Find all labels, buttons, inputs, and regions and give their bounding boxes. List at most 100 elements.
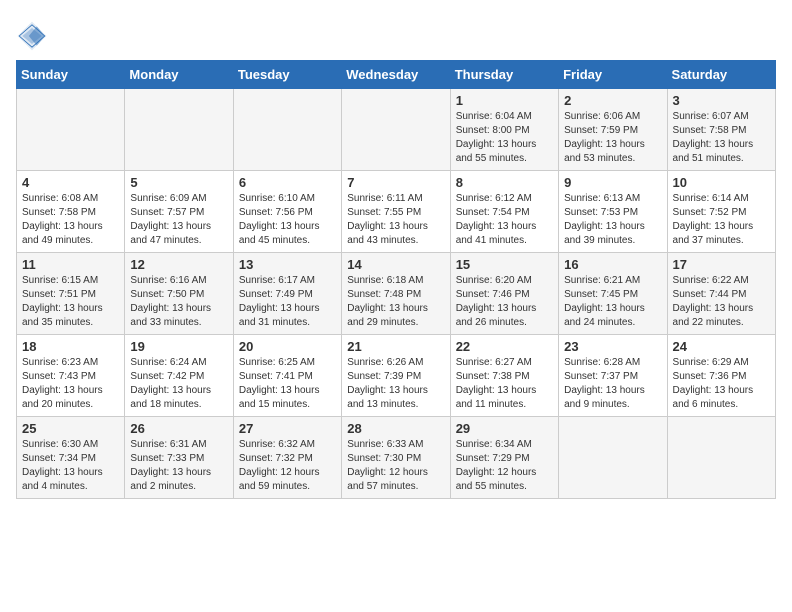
calendar-week-1: 1 Sunrise: 6:04 AM Sunset: 8:00 PM Daylig…	[17, 89, 776, 171]
day-info: Sunrise: 6:04 AM Sunset: 8:00 PM Dayligh…	[456, 110, 553, 166]
weekday-header-wednesday: Wednesday	[342, 61, 450, 89]
calendar-cell: 6 Sunrise: 6:10 AM Sunset: 7:56 PM Daylig…	[233, 171, 341, 253]
calendar-cell: 18 Sunrise: 6:23 AM Sunset: 7:43 PM Dayli…	[17, 335, 125, 417]
calendar-cell: 9 Sunrise: 6:13 AM Sunset: 7:53 PM Daylig…	[559, 171, 667, 253]
day-info: Sunrise: 6:11 AM Sunset: 7:55 PM Dayligh…	[347, 192, 444, 248]
calendar: SundayMondayTuesdayWednesdayThursdayFrid…	[16, 60, 776, 499]
day-number: 22	[456, 339, 553, 354]
calendar-cell: 2 Sunrise: 6:06 AM Sunset: 7:59 PM Daylig…	[559, 89, 667, 171]
day-info: Sunrise: 6:28 AM Sunset: 7:37 PM Dayligh…	[564, 356, 661, 412]
calendar-cell: 27 Sunrise: 6:32 AM Sunset: 7:32 PM Dayli…	[233, 417, 341, 499]
day-info: Sunrise: 6:06 AM Sunset: 7:59 PM Dayligh…	[564, 110, 661, 166]
day-number: 11	[22, 257, 119, 272]
day-number: 7	[347, 175, 444, 190]
day-number: 5	[130, 175, 227, 190]
calendar-cell	[233, 89, 341, 171]
day-number: 4	[22, 175, 119, 190]
weekday-header-row: SundayMondayTuesdayWednesdayThursdayFrid…	[17, 61, 776, 89]
calendar-body: 1 Sunrise: 6:04 AM Sunset: 8:00 PM Daylig…	[17, 89, 776, 499]
day-number: 27	[239, 421, 336, 436]
day-info: Sunrise: 6:24 AM Sunset: 7:42 PM Dayligh…	[130, 356, 227, 412]
day-number: 29	[456, 421, 553, 436]
calendar-cell: 13 Sunrise: 6:17 AM Sunset: 7:49 PM Dayli…	[233, 253, 341, 335]
calendar-cell: 1 Sunrise: 6:04 AM Sunset: 8:00 PM Daylig…	[450, 89, 558, 171]
day-info: Sunrise: 6:30 AM Sunset: 7:34 PM Dayligh…	[22, 438, 119, 494]
day-info: Sunrise: 6:31 AM Sunset: 7:33 PM Dayligh…	[130, 438, 227, 494]
day-number: 26	[130, 421, 227, 436]
calendar-cell: 12 Sunrise: 6:16 AM Sunset: 7:50 PM Dayli…	[125, 253, 233, 335]
calendar-cell: 26 Sunrise: 6:31 AM Sunset: 7:33 PM Dayli…	[125, 417, 233, 499]
day-info: Sunrise: 6:25 AM Sunset: 7:41 PM Dayligh…	[239, 356, 336, 412]
day-info: Sunrise: 6:13 AM Sunset: 7:53 PM Dayligh…	[564, 192, 661, 248]
calendar-cell: 19Sunrise: 6:24 AM Sunset: 7:42 PM Dayli…	[125, 335, 233, 417]
day-number: 24	[673, 339, 770, 354]
calendar-cell	[667, 417, 775, 499]
weekday-header-monday: Monday	[125, 61, 233, 89]
day-info: Sunrise: 6:21 AM Sunset: 7:45 PM Dayligh…	[564, 274, 661, 330]
calendar-cell: 14 Sunrise: 6:18 AM Sunset: 7:48 PM Dayli…	[342, 253, 450, 335]
day-info: Sunrise: 6:15 AM Sunset: 7:51 PM Dayligh…	[22, 274, 119, 330]
day-number: 6	[239, 175, 336, 190]
calendar-cell: 7 Sunrise: 6:11 AM Sunset: 7:55 PM Daylig…	[342, 171, 450, 253]
day-info: Sunrise: 6:16 AM Sunset: 7:50 PM Dayligh…	[130, 274, 227, 330]
calendar-cell: 20 Sunrise: 6:25 AM Sunset: 7:41 PM Dayli…	[233, 335, 341, 417]
day-number: 3	[673, 93, 770, 108]
day-info: Sunrise: 6:09 AM Sunset: 7:57 PM Dayligh…	[130, 192, 227, 248]
day-number: 18	[22, 339, 119, 354]
day-number: 1	[456, 93, 553, 108]
day-info: Sunrise: 6:26 AM Sunset: 7:39 PM Dayligh…	[347, 356, 444, 412]
day-info: Sunrise: 6:08 AM Sunset: 7:58 PM Dayligh…	[22, 192, 119, 248]
calendar-cell: 15Sunrise: 6:20 AM Sunset: 7:46 PM Dayli…	[450, 253, 558, 335]
calendar-cell: 28 Sunrise: 6:33 AM Sunset: 7:30 PM Dayli…	[342, 417, 450, 499]
day-info: Sunrise: 6:12 AM Sunset: 7:54 PM Dayligh…	[456, 192, 553, 248]
day-number: 14	[347, 257, 444, 272]
weekday-header-friday: Friday	[559, 61, 667, 89]
day-info: Sunrise: 6:14 AM Sunset: 7:52 PM Dayligh…	[673, 192, 770, 248]
calendar-cell: 16Sunrise: 6:21 AM Sunset: 7:45 PM Dayli…	[559, 253, 667, 335]
calendar-cell: 8 Sunrise: 6:12 AM Sunset: 7:54 PM Daylig…	[450, 171, 558, 253]
calendar-header: SundayMondayTuesdayWednesdayThursdayFrid…	[17, 61, 776, 89]
calendar-cell	[559, 417, 667, 499]
day-info: Sunrise: 6:34 AM Sunset: 7:29 PM Dayligh…	[456, 438, 553, 494]
day-number: 12	[130, 257, 227, 272]
day-number: 21	[347, 339, 444, 354]
day-info: Sunrise: 6:27 AM Sunset: 7:38 PM Dayligh…	[456, 356, 553, 412]
calendar-week-4: 18 Sunrise: 6:23 AM Sunset: 7:43 PM Dayli…	[17, 335, 776, 417]
day-info: Sunrise: 6:32 AM Sunset: 7:32 PM Dayligh…	[239, 438, 336, 494]
logo-icon	[16, 20, 48, 52]
day-info: Sunrise: 6:10 AM Sunset: 7:56 PM Dayligh…	[239, 192, 336, 248]
calendar-cell: 5 Sunrise: 6:09 AM Sunset: 7:57 PM Daylig…	[125, 171, 233, 253]
day-number: 15	[456, 257, 553, 272]
weekday-header-thursday: Thursday	[450, 61, 558, 89]
calendar-cell	[342, 89, 450, 171]
day-number: 13	[239, 257, 336, 272]
day-info: Sunrise: 6:29 AM Sunset: 7:36 PM Dayligh…	[673, 356, 770, 412]
calendar-cell	[17, 89, 125, 171]
calendar-week-2: 4 Sunrise: 6:08 AM Sunset: 7:58 PM Daylig…	[17, 171, 776, 253]
calendar-cell: 22 Sunrise: 6:27 AM Sunset: 7:38 PM Dayli…	[450, 335, 558, 417]
calendar-cell	[125, 89, 233, 171]
day-info: Sunrise: 6:33 AM Sunset: 7:30 PM Dayligh…	[347, 438, 444, 494]
day-number: 28	[347, 421, 444, 436]
day-number: 10	[673, 175, 770, 190]
day-number: 17	[673, 257, 770, 272]
header	[16, 16, 776, 52]
calendar-cell: 23 Sunrise: 6:28 AM Sunset: 7:37 PM Dayli…	[559, 335, 667, 417]
weekday-header-tuesday: Tuesday	[233, 61, 341, 89]
day-info: Sunrise: 6:23 AM Sunset: 7:43 PM Dayligh…	[22, 356, 119, 412]
day-info: Sunrise: 6:07 AM Sunset: 7:58 PM Dayligh…	[673, 110, 770, 166]
day-number: 23	[564, 339, 661, 354]
weekday-header-saturday: Saturday	[667, 61, 775, 89]
calendar-week-5: 25Sunrise: 6:30 AM Sunset: 7:34 PM Dayli…	[17, 417, 776, 499]
calendar-cell: 4 Sunrise: 6:08 AM Sunset: 7:58 PM Daylig…	[17, 171, 125, 253]
calendar-cell: 29 Sunrise: 6:34 AM Sunset: 7:29 PM Dayli…	[450, 417, 558, 499]
day-number: 20	[239, 339, 336, 354]
day-number: 8	[456, 175, 553, 190]
day-info: Sunrise: 6:18 AM Sunset: 7:48 PM Dayligh…	[347, 274, 444, 330]
day-info: Sunrise: 6:17 AM Sunset: 7:49 PM Dayligh…	[239, 274, 336, 330]
calendar-cell: 10 Sunrise: 6:14 AM Sunset: 7:52 PM Dayli…	[667, 171, 775, 253]
day-number: 2	[564, 93, 661, 108]
day-number: 9	[564, 175, 661, 190]
calendar-cell: 24 Sunrise: 6:29 AM Sunset: 7:36 PM Dayli…	[667, 335, 775, 417]
logo	[16, 20, 52, 52]
